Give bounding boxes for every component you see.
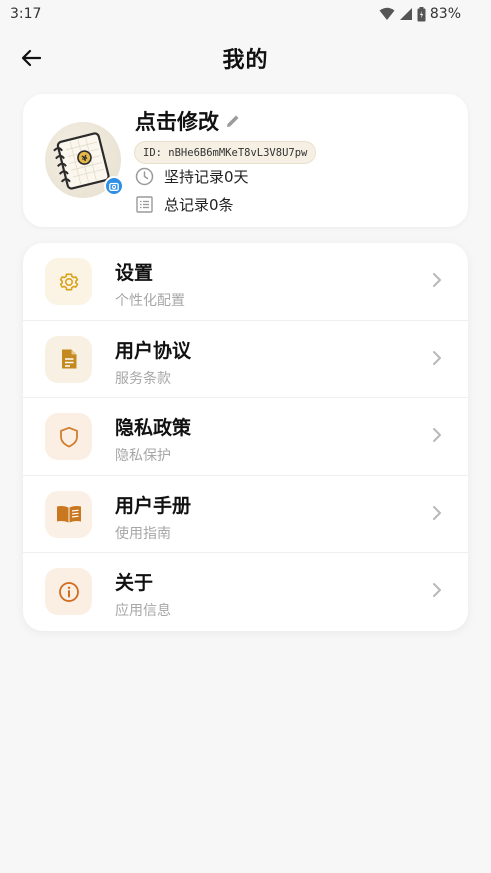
chevron-right-icon — [433, 428, 441, 443]
menu-item-title: 用户手册 — [115, 494, 192, 517]
menu-item-privacy-policy[interactable]: 隐私政策 隐私保护 — [23, 398, 468, 476]
menu-item-title: 用户协议 — [115, 339, 192, 362]
camera-icon — [109, 182, 119, 191]
edit-nickname-button[interactable]: 点击修改 — [135, 106, 241, 136]
signal-icon — [399, 8, 412, 20]
pencil-icon — [227, 115, 239, 127]
page-title: 我的 — [222, 48, 269, 73]
menu-item-subtitle: 服务条款 — [115, 370, 171, 387]
record-days-row: 坚持记录0天 — [135, 166, 249, 187]
chevron-right-icon — [433, 350, 441, 365]
list-icon — [136, 196, 153, 213]
gear-icon — [59, 273, 78, 290]
user-id-chip: ID: nBHe6B6mMKeT8vL3V8U7pw — [134, 141, 317, 164]
menu-icon-box — [45, 413, 92, 461]
menu-item-about[interactable]: 关于 应用信息 — [23, 553, 468, 631]
record-total-row: 总记录0条 — [135, 194, 234, 215]
status-bar: 3:17 83% — [0, 0, 491, 28]
app-bar: 我的 — [0, 36, 491, 80]
battery-percent: 83% — [429, 6, 461, 22]
profile-card: ¥ 点击修改 ID: nBHe6B6mMKeT8vL3V8U7pw 坚持记录0天 — [23, 94, 468, 227]
menu-item-title: 关于 — [115, 572, 154, 595]
camera-badge — [104, 176, 124, 196]
menu-item-subtitle: 隐私保护 — [115, 448, 171, 465]
avatar-button[interactable]: ¥ — [45, 122, 124, 198]
shield-icon — [59, 426, 78, 448]
document-icon — [61, 349, 76, 369]
chevron-right-icon — [433, 583, 441, 598]
clock-icon — [135, 167, 154, 186]
chevron-right-icon — [433, 273, 441, 287]
menu-item-subtitle: 个性化配置 — [115, 293, 185, 309]
menu-icon-box — [45, 568, 92, 616]
menu-item-settings[interactable]: 设置 个性化配置 — [23, 243, 468, 321]
menu-card: 设置 个性化配置 用户协议 服务条款 隐私政策 隐私保护 用户手册 使用指南 关… — [23, 243, 468, 631]
menu-icon-box — [45, 258, 92, 305]
menu-icon-box — [45, 335, 92, 383]
record-total: 总记录0条 — [164, 196, 234, 214]
menu-item-user-manual[interactable]: 用户手册 使用指南 — [23, 476, 468, 554]
arrow-left-icon — [21, 49, 41, 67]
menu-item-subtitle: 应用信息 — [115, 603, 171, 620]
info-icon — [58, 581, 79, 602]
menu-item-title: 设置 — [115, 262, 154, 284]
book-icon — [56, 506, 81, 523]
menu-item-user-agreement[interactable]: 用户协议 服务条款 — [23, 321, 468, 399]
status-icons: 83% — [379, 6, 461, 22]
menu-item-title: 隐私政策 — [115, 417, 192, 440]
wifi-icon — [379, 7, 395, 20]
battery-icon — [417, 6, 426, 21]
status-time: 3:17 — [10, 6, 42, 22]
record-days: 坚持记录0天 — [164, 168, 249, 186]
chevron-right-icon — [433, 505, 441, 520]
menu-item-subtitle: 使用指南 — [115, 525, 171, 542]
back-button[interactable] — [16, 44, 46, 72]
nickname: 点击修改 — [135, 110, 219, 134]
menu-icon-box — [45, 490, 92, 538]
